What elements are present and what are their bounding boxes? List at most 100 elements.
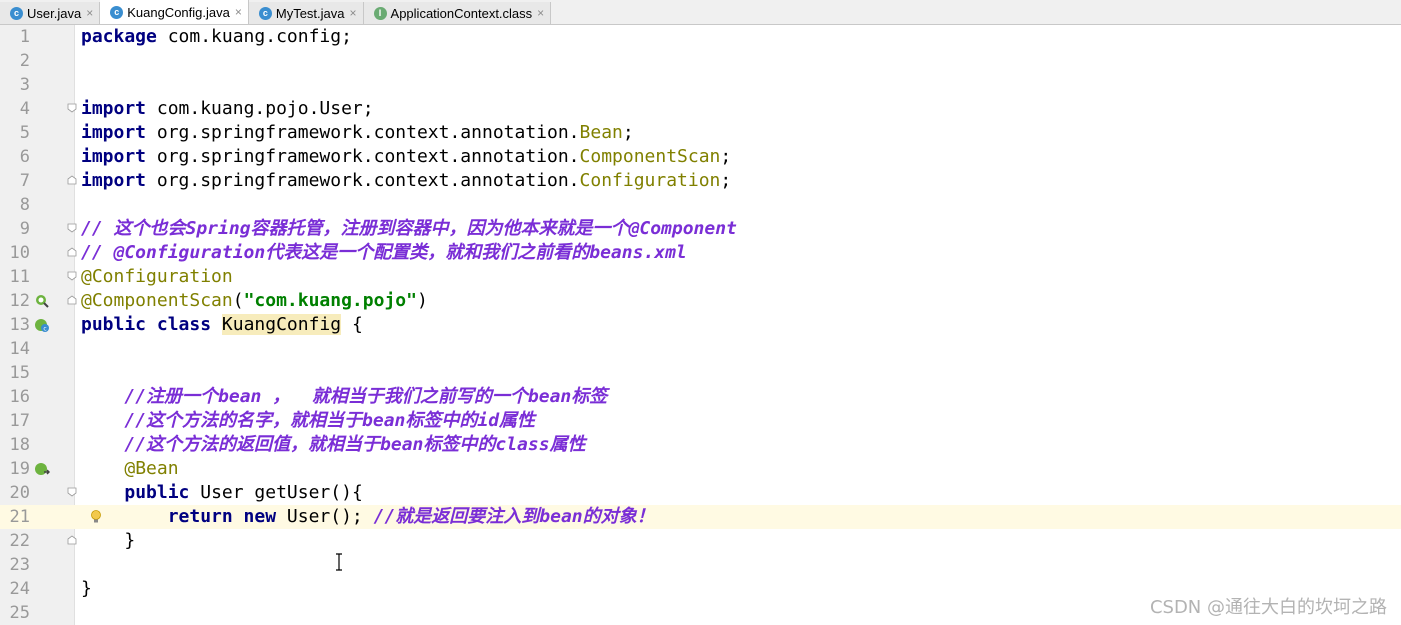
- close-icon[interactable]: ×: [235, 5, 242, 19]
- code-text: return new User(); //就是返回要注入到bean的对象！: [81, 505, 655, 529]
- fold-end-icon[interactable]: [67, 175, 77, 185]
- close-icon[interactable]: ×: [350, 6, 357, 20]
- code-token: KuangConfig: [221, 314, 342, 335]
- line-number[interactable]: 2: [0, 49, 30, 73]
- code-token: org.springframework.context.annotation.: [146, 146, 580, 167]
- editor-tab-bar: c User.java × c KuangConfig.java × c MyTest.jav…: [0, 0, 1401, 25]
- line-number[interactable]: 10: [0, 241, 30, 265]
- line-number[interactable]: 22: [0, 529, 30, 553]
- code-line[interactable]: 20 public User getUser(){: [0, 481, 1401, 505]
- tab-kuangconfig-java[interactable]: c KuangConfig.java ×: [100, 0, 249, 24]
- code-editor[interactable]: 1 package com.kuang.config; 2 3 4 import com.…: [0, 25, 1401, 625]
- line-number[interactable]: 18: [0, 433, 30, 457]
- fold-start-icon[interactable]: [67, 487, 77, 497]
- code-line[interactable]: 11 @Configuration: [0, 265, 1401, 289]
- fold-end-icon[interactable]: [67, 535, 77, 545]
- code-text: @Configuration: [81, 265, 233, 289]
- code-line[interactable]: 23: [0, 553, 1401, 577]
- line-number[interactable]: 17: [0, 409, 30, 433]
- code-token: import: [81, 170, 147, 191]
- code-line[interactable]: 5 import org.springframework.context.anno…: [0, 121, 1401, 145]
- spring-bean-method-icon[interactable]: [34, 461, 50, 477]
- class-icon: c: [258, 6, 272, 20]
- line-number[interactable]: 19: [0, 457, 30, 481]
- line-number[interactable]: 12: [0, 289, 30, 313]
- code-token: // 这个也会Spring容器托管，注册到容器中，因为他本来就是一个@Compo…: [81, 218, 737, 239]
- code-text: import org.springframework.context.annot…: [81, 121, 634, 145]
- component-scan-icon[interactable]: [34, 293, 50, 309]
- code-line[interactable]: 7 import org.springframework.context.anno…: [0, 169, 1401, 193]
- line-number[interactable]: 20: [0, 481, 30, 505]
- code-text: import org.springframework.context.annot…: [81, 169, 731, 193]
- code-token: {: [341, 314, 363, 335]
- line-number[interactable]: 5: [0, 121, 30, 145]
- fold-start-icon[interactable]: [67, 223, 77, 233]
- watermark: CSDN @通往大白的坎坷之路: [1149, 597, 1387, 618]
- line-number[interactable]: 3: [0, 73, 30, 97]
- code-token: package: [81, 26, 157, 47]
- fold-end-icon[interactable]: [67, 295, 77, 305]
- code-token: }: [81, 578, 92, 599]
- code-text: public class KuangConfig {: [81, 313, 363, 337]
- line-number[interactable]: 7: [0, 169, 30, 193]
- code-line[interactable]: 10 // @Configuration代表这是一个配置类，就和我们之前看的bea…: [0, 241, 1401, 265]
- line-number[interactable]: 21: [0, 505, 30, 529]
- spring-bean-class-icon[interactable]: c: [34, 317, 50, 333]
- code-line[interactable]: 13 c public class KuangConfig {: [0, 313, 1401, 337]
- line-number[interactable]: 6: [0, 145, 30, 169]
- code-token: //这个方法的返回值，就相当于bean标签中的class属性: [124, 434, 586, 455]
- line-number[interactable]: 14: [0, 337, 30, 361]
- code-line[interactable]: 16 //注册一个bean ， 就相当于我们之前写的一个bean标签: [0, 385, 1401, 409]
- close-icon[interactable]: ×: [537, 6, 544, 20]
- code-line[interactable]: 1 package com.kuang.config;: [0, 25, 1401, 49]
- close-icon[interactable]: ×: [86, 6, 93, 20]
- line-number[interactable]: 15: [0, 361, 30, 385]
- code-text: //这个方法的名字，就相当于bean标签中的id属性: [81, 409, 535, 433]
- tab-label: KuangConfig.java: [127, 4, 230, 20]
- code-line[interactable]: 2: [0, 49, 1401, 73]
- code-token: (: [232, 290, 244, 311]
- code-token: return new: [167, 506, 277, 527]
- code-token: com.kuang.config;: [156, 26, 352, 47]
- code-line[interactable]: 4 import com.kuang.pojo.User;: [0, 97, 1401, 121]
- line-number[interactable]: 23: [0, 553, 30, 577]
- line-number[interactable]: 4: [0, 97, 30, 121]
- line-number[interactable]: 1: [0, 25, 30, 49]
- fold-start-icon[interactable]: [67, 271, 77, 281]
- code-token: Configuration: [579, 170, 721, 191]
- code-token: @Configuration: [81, 266, 233, 287]
- code-line[interactable]: 6 import org.springframework.context.anno…: [0, 145, 1401, 169]
- line-number[interactable]: 16: [0, 385, 30, 409]
- code-token: //注册一个bean ， 就相当于我们之前写的一个bean标签: [124, 386, 608, 407]
- code-token: ;: [622, 122, 634, 143]
- line-number[interactable]: 13: [0, 313, 30, 337]
- line-number[interactable]: 11: [0, 265, 30, 289]
- line-number[interactable]: 25: [0, 601, 30, 625]
- code-line[interactable]: 18 //这个方法的返回值，就相当于bean标签中的class属性: [0, 433, 1401, 457]
- fold-end-icon[interactable]: [67, 247, 77, 257]
- tab-user-java[interactable]: c User.java ×: [0, 2, 101, 24]
- tab-label: ApplicationContext.class: [390, 5, 533, 21]
- code-token: @ComponentScan: [81, 290, 233, 311]
- code-line[interactable]: 17 //这个方法的名字，就相当于bean标签中的id属性: [0, 409, 1401, 433]
- code-line[interactable]: 14: [0, 337, 1401, 361]
- code-line[interactable]: 8: [0, 193, 1401, 217]
- code-line[interactable]: 15: [0, 361, 1401, 385]
- code-token: import: [81, 98, 147, 119]
- fold-start-icon[interactable]: [67, 103, 77, 113]
- code-line[interactable]: 9 // 这个也会Spring容器托管，注册到容器中，因为他本来就是一个@Comp…: [0, 217, 1401, 241]
- code-line[interactable]: 22 }: [0, 529, 1401, 553]
- tab-mytest-java[interactable]: c MyTest.java ×: [248, 2, 364, 24]
- tab-applicationcontext-class[interactable]: I ApplicationContext.class ×: [363, 2, 552, 24]
- line-number[interactable]: 8: [0, 193, 30, 217]
- code-line[interactable]: 12 @ComponentScan("com.kuang.pojo"): [0, 289, 1401, 313]
- code-line[interactable]: 21 return new User(); //就是返回要注入到bean的对象！: [0, 505, 1401, 529]
- code-line[interactable]: 3: [0, 73, 1401, 97]
- code-line[interactable]: 19 @Bean: [0, 457, 1401, 481]
- line-number[interactable]: 9: [0, 217, 30, 241]
- code-token: Bean: [579, 122, 623, 143]
- line-number[interactable]: 24: [0, 577, 30, 601]
